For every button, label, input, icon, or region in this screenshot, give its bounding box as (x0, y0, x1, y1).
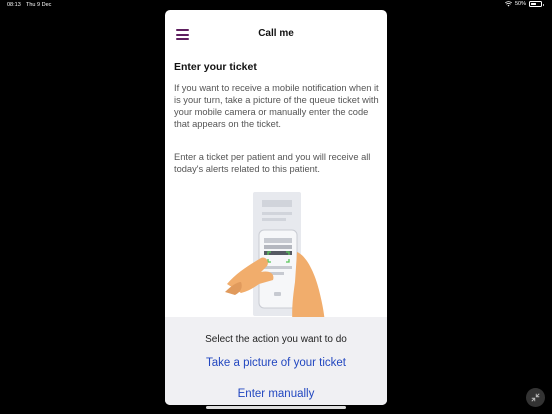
battery-percent: 50% (514, 1, 526, 7)
enter-manually-button[interactable]: Enter manually (165, 388, 387, 400)
wifi-icon (504, 1, 512, 7)
action-sheet-title: Select the action you want to do (205, 334, 347, 345)
status-time: 08:13 (7, 2, 21, 8)
instruction-paragraph: If you want to receive a mobile notifica… (174, 83, 379, 129)
status-right: 50% (504, 1, 544, 7)
ticket-scan-illustration (225, 192, 325, 328)
shrink-arrows-icon (531, 393, 540, 402)
home-indicator[interactable] (206, 406, 346, 409)
battery-level (531, 3, 536, 5)
battery-tip (542, 3, 544, 6)
call-me-sheet: Call me Enter your ticket If you want to… (165, 10, 387, 405)
status-date: Thu 9 Dec (26, 2, 52, 8)
navigation-bar: Call me (165, 10, 387, 54)
action-sheet: Select the action you want to do Take a … (165, 317, 387, 405)
page-title: Call me (258, 28, 294, 39)
take-picture-button[interactable]: Take a picture of your ticket (165, 357, 387, 369)
section-heading: Enter your ticket (174, 61, 257, 73)
patient-note-paragraph: Enter a ticket per patient and you will … (174, 152, 371, 174)
battery-icon (529, 1, 544, 7)
collapse-arrows-icon[interactable] (526, 388, 545, 407)
